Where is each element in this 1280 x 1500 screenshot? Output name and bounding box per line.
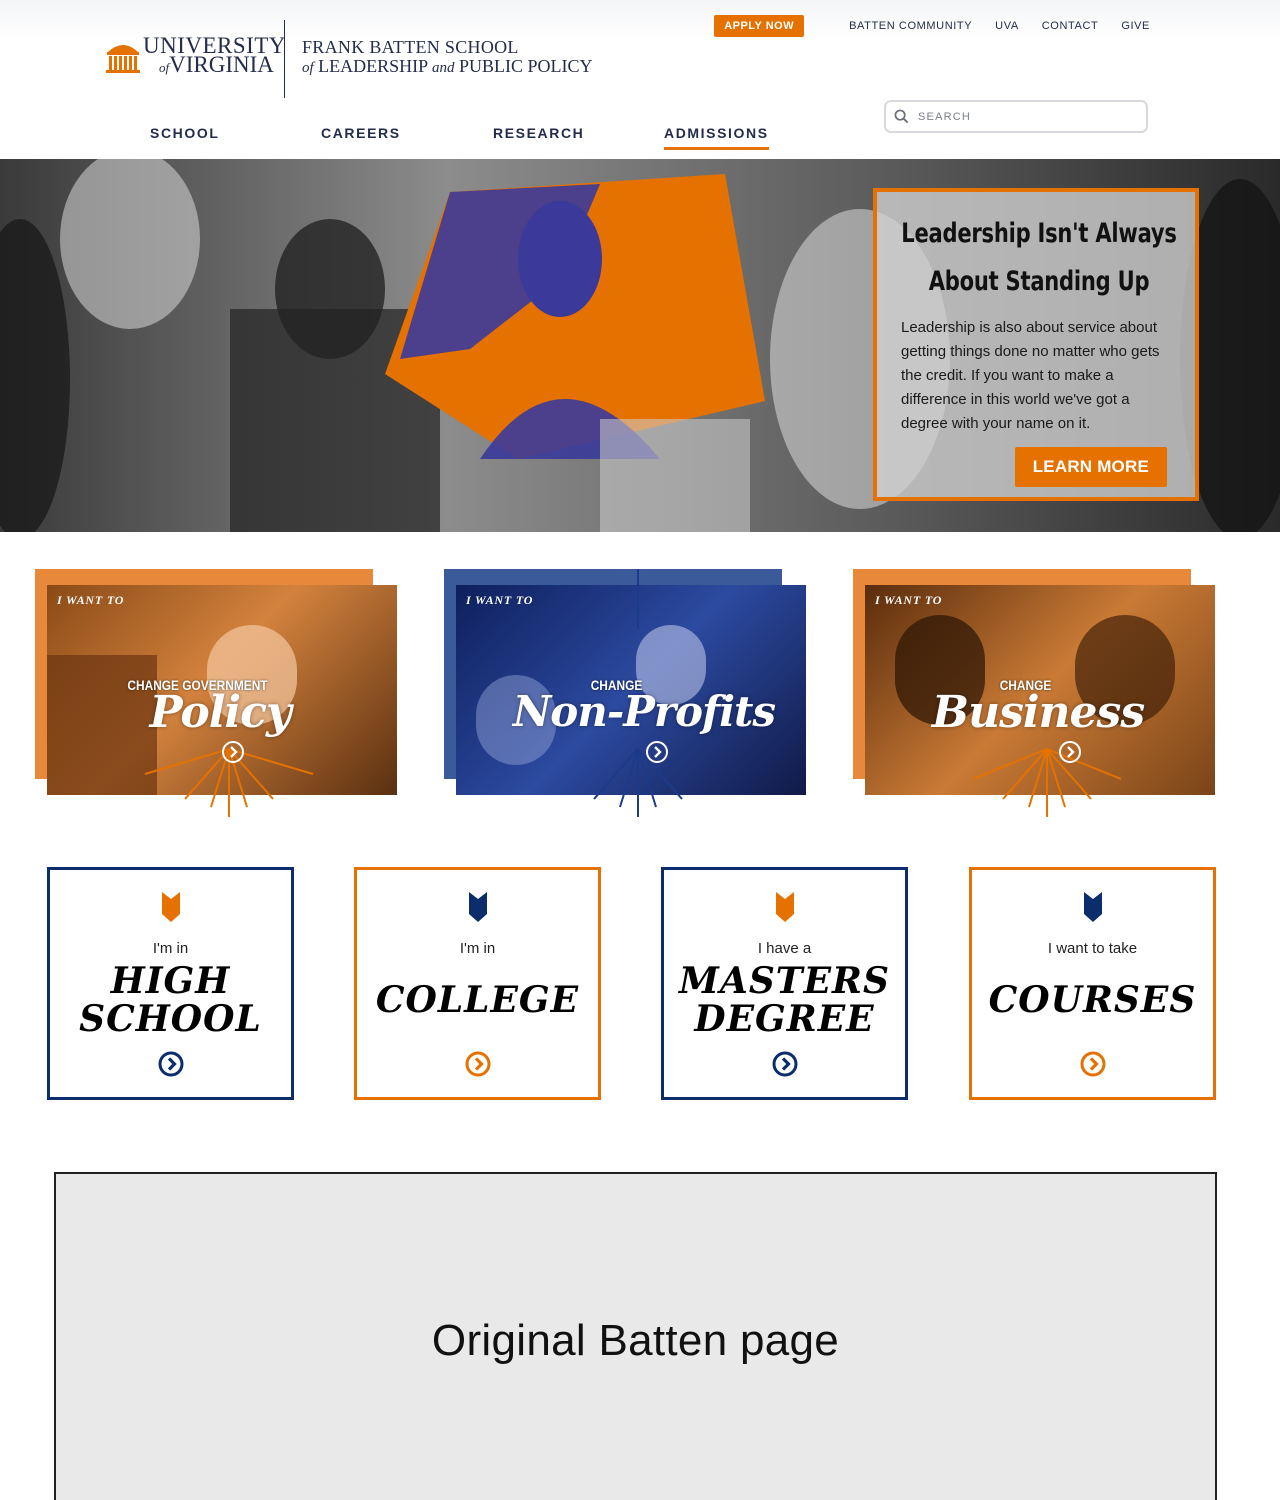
site-logo[interactable]: UNIVERSITY ofVIRGINIA FRANK BATTEN SCHOO… bbox=[105, 18, 605, 100]
chevron-down-icon bbox=[1084, 892, 1102, 922]
learn-more-button[interactable]: LEARN MORE bbox=[1014, 447, 1167, 487]
tile-title: Non-Profits bbox=[512, 687, 776, 736]
chevron-down-icon bbox=[469, 892, 487, 922]
rotunda-icon bbox=[106, 45, 140, 73]
audience-label-line: MASTERS bbox=[679, 960, 890, 1002]
uva-line-2: ofVIRGINIA bbox=[159, 53, 286, 76]
original-page-placeholder: Original Batten page bbox=[54, 1172, 1217, 1500]
main-nav: SCHOOL CAREERS RESEARCH ADMISSIONS bbox=[0, 125, 900, 155]
hero-title-line-1: Leadership Isn't Always bbox=[901, 218, 1177, 249]
school-of: of bbox=[302, 59, 314, 76]
placeholder-text: Original Batten page bbox=[431, 1316, 840, 1365]
audience-college[interactable]: I'm in COLLEGE bbox=[354, 867, 601, 1100]
school-leadership: LEADERSHIP bbox=[318, 55, 428, 76]
tile-title: Business bbox=[931, 687, 1145, 738]
tile-non-profits[interactable]: I WANT TO CHANGE Non-Profits bbox=[444, 569, 809, 819]
audience-label-line: DEGREE bbox=[694, 998, 875, 1040]
audience-label-line: HIGH bbox=[110, 960, 231, 1002]
audience-label: MASTERS DEGREE bbox=[664, 962, 905, 1038]
tile-eyebrow: I WANT TO bbox=[57, 593, 125, 607]
hero-body: Leadership is also about service about g… bbox=[901, 319, 1160, 432]
audience-label: COLLEGE bbox=[357, 981, 598, 1019]
search-icon[interactable] bbox=[894, 109, 909, 124]
arrow-circle-icon[interactable] bbox=[465, 1051, 491, 1077]
hero-card: Leadership Isn't Always About Standing U… bbox=[873, 188, 1199, 501]
util-link-batten-community[interactable]: BATTEN COMMUNITY bbox=[849, 20, 972, 32]
hero-banner: Leadership Isn't Always About Standing U… bbox=[0, 159, 1280, 532]
arrow-circle-icon[interactable] bbox=[1058, 740, 1082, 764]
utility-nav: APPLY NOW BATTEN COMMUNITY UVA CONTACT G… bbox=[714, 15, 1150, 37]
uva-of: of bbox=[159, 60, 170, 75]
nav-item-admissions[interactable]: ADMISSIONS bbox=[664, 125, 769, 150]
audience-pre: I'm in bbox=[152, 940, 189, 957]
audience-pre: I have a bbox=[757, 940, 812, 957]
hero-title-line-2: About Standing Up bbox=[928, 266, 1150, 297]
util-link-contact[interactable]: CONTACT bbox=[1042, 20, 1099, 32]
tile-policy[interactable]: I WANT TO CHANGE GOVERNMENT Policy bbox=[35, 569, 400, 819]
arrow-circle-icon[interactable] bbox=[158, 1051, 184, 1077]
uva-wordmark: UNIVERSITY ofVIRGINIA bbox=[143, 34, 286, 76]
audience-pre: I'm in bbox=[459, 940, 496, 957]
school-public-policy: PUBLIC POLICY bbox=[459, 55, 593, 76]
chevron-down-icon bbox=[162, 892, 180, 922]
util-link-give[interactable]: GIVE bbox=[1121, 20, 1150, 32]
hero-title: Leadership Isn't Always About Standing U… bbox=[895, 210, 1184, 306]
audience-label: COURSES bbox=[972, 981, 1213, 1019]
site-header: UNIVERSITY ofVIRGINIA FRANK BATTEN SCHOO… bbox=[0, 0, 1280, 158]
logo-divider bbox=[284, 20, 285, 98]
audience-pre: I want to take bbox=[1047, 940, 1138, 957]
school-line-2: of LEADERSHIP and PUBLIC POLICY bbox=[302, 55, 593, 77]
audience-high-school[interactable]: I'm in HIGH SCHOOL bbox=[47, 867, 294, 1100]
search-input[interactable] bbox=[918, 107, 1138, 127]
chevron-down-icon bbox=[776, 892, 794, 922]
arrow-circle-icon[interactable] bbox=[1080, 1051, 1106, 1077]
batten-wordmark: FRANK BATTEN SCHOOL of LEADERSHIP and PU… bbox=[302, 38, 593, 77]
uva-virginia: VIRGINIA bbox=[169, 52, 274, 77]
school-line-1: FRANK BATTEN SCHOOL bbox=[302, 37, 519, 57]
nav-item-research[interactable]: RESEARCH bbox=[493, 125, 584, 141]
apply-now-button[interactable]: APPLY NOW bbox=[714, 15, 805, 37]
tile-eyebrow: I WANT TO bbox=[466, 593, 534, 607]
audience-courses[interactable]: I want to take COURSES bbox=[969, 867, 1216, 1100]
search-box bbox=[884, 100, 1148, 133]
school-and: and bbox=[432, 59, 455, 76]
tile-eyebrow: I WANT TO bbox=[875, 593, 943, 607]
audience-label-line: COURSES bbox=[988, 979, 1197, 1021]
arrow-circle-icon[interactable] bbox=[645, 740, 669, 764]
util-link-uva[interactable]: UVA bbox=[995, 20, 1019, 32]
nav-item-school[interactable]: SCHOOL bbox=[150, 125, 220, 141]
tile-business[interactable]: I WANT TO CHANGE Business bbox=[853, 569, 1218, 819]
audience-label-line: SCHOOL bbox=[79, 998, 262, 1040]
audience-label: HIGH SCHOOL bbox=[50, 962, 291, 1038]
tile-title: Policy bbox=[149, 687, 291, 738]
arrow-circle-icon[interactable] bbox=[221, 740, 245, 764]
audience-label-line: COLLEGE bbox=[375, 979, 580, 1021]
nav-item-careers[interactable]: CAREERS bbox=[321, 125, 401, 141]
arrow-circle-icon[interactable] bbox=[772, 1051, 798, 1077]
audience-masters-degree[interactable]: I have a MASTERS DEGREE bbox=[661, 867, 908, 1100]
